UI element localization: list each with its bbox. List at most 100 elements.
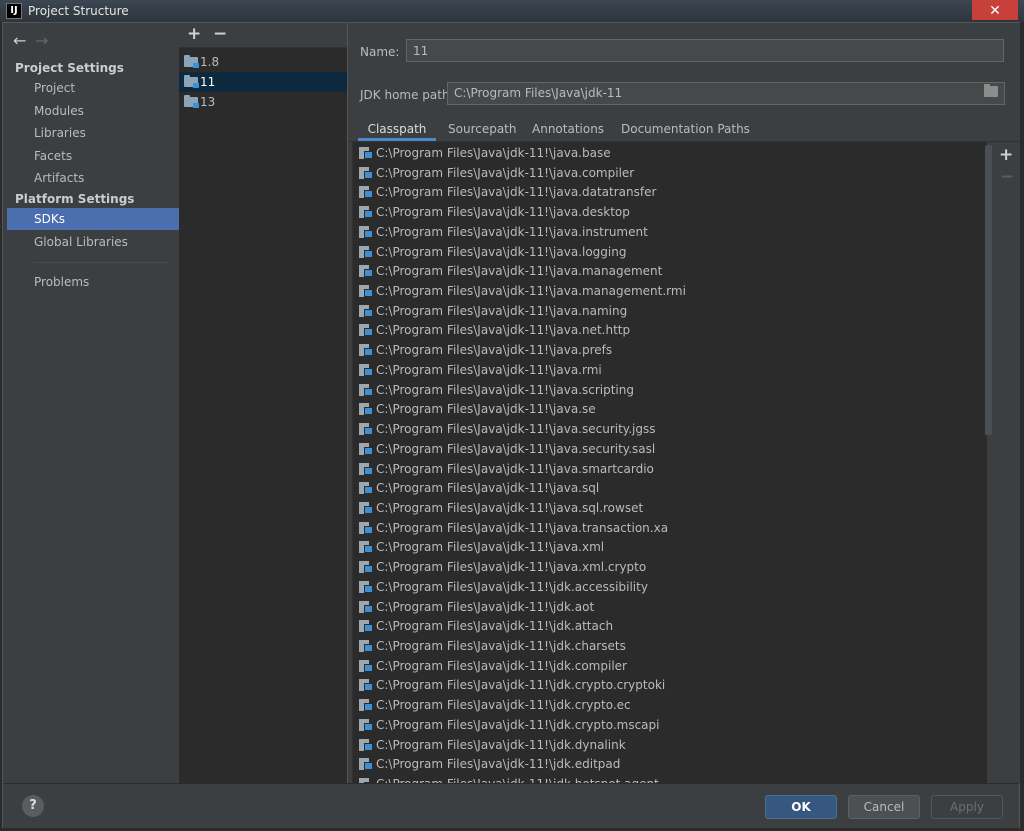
classpath-entry: C:\Program Files\Java\jdk-11!\java.sql [376,481,600,496]
archive-icon [359,620,373,633]
classpath-entry: C:\Program Files\Java\jdk-11!\jdk.crypto… [376,678,666,693]
classpath-scrollbar[interactable] [985,145,992,435]
list-item[interactable]: C:\Program Files\Java\jdk-11!\jdk.hotspo… [353,774,973,783]
list-item[interactable]: C:\Program Files\Java\jdk-11!\java.sql [353,478,973,498]
tab-sourcepath[interactable]: Sourcepath [448,117,517,141]
archive-icon [359,640,373,652]
list-item[interactable]: C:\Program Files\Java\jdk-11!\jdk.crypto… [353,675,973,695]
archive-icon [359,442,373,455]
classpath-entry: C:\Program Files\Java\jdk-11!\jdk.dynali… [376,737,626,752]
list-item[interactable]: C:\Program Files\Java\jdk-11!\java.namin… [353,301,973,321]
archive-icon [359,659,373,672]
name-input[interactable] [406,39,1004,62]
sdk-item[interactable]: 1.8 [179,52,347,72]
list-item[interactable]: C:\Program Files\Java\jdk-11!\jdk.crypto… [353,715,973,735]
archive-icon [359,147,373,159]
archive-icon [359,561,373,574]
nav-item-sdks[interactable]: SDKs [7,208,179,230]
nav-separator [33,262,169,263]
classpath-entry: C:\Program Files\Java\jdk-11!\java.deskt… [376,205,630,220]
classpath-entry: C:\Program Files\Java\jdk-11!\java.secur… [376,422,656,437]
classpath-entry: C:\Program Files\Java\jdk-11!\java.datat… [376,185,657,200]
tab-annotations[interactable]: Annotations [532,117,604,141]
classpath-entry: C:\Program Files\Java\jdk-11!\java.compi… [376,165,635,180]
forward-arrow-icon[interactable]: → [35,31,57,50]
nav-item-modules[interactable]: Modules [7,100,179,122]
list-item[interactable]: C:\Program Files\Java\jdk-11!\java.se [353,399,973,419]
list-item[interactable]: C:\Program Files\Java\jdk-11!\jdk.dynali… [353,735,973,755]
remove-sdk-button[interactable]: − [213,24,227,44]
archive-icon [359,304,373,317]
nav-item-project[interactable]: Project [7,77,179,99]
list-item[interactable]: C:\Program Files\Java\jdk-11!\jdk.crypto… [353,695,973,715]
close-icon[interactable]: ✕ [972,0,1018,20]
classpath-entry: C:\Program Files\Java\jdk-11!\java.net.h… [376,323,631,338]
list-item[interactable]: C:\Program Files\Java\jdk-11!\java.net.h… [353,320,973,340]
list-item[interactable]: C:\Program Files\Java\jdk-11!\jdk.attach [353,616,973,636]
classpath-entry: C:\Program Files\Java\jdk-11!\jdk.crypto… [376,717,660,732]
browse-folder-icon[interactable] [984,84,998,97]
classpath-entry: C:\Program Files\Java\jdk-11!\jdk.editpa… [376,757,621,772]
list-item[interactable]: C:\Program Files\Java\jdk-11!\jdk.editpa… [353,754,973,774]
list-item[interactable]: C:\Program Files\Java\jdk-11!\jdk.access… [353,577,973,597]
list-item[interactable]: C:\Program Files\Java\jdk-11!\java.xml.c… [353,557,973,577]
list-item[interactable]: C:\Program Files\Java\jdk-11!\jdk.charse… [353,636,973,656]
list-item[interactable]: C:\Program Files\Java\jdk-11!\java.scrip… [353,380,973,400]
list-item[interactable]: C:\Program Files\Java\jdk-11!\java.instr… [353,222,973,242]
classpath-entry: C:\Program Files\Java\jdk-11!\jdk.charse… [376,639,626,653]
list-item[interactable]: C:\Program Files\Java\jdk-11!\java.compi… [353,163,973,183]
remove-path-button[interactable]: − [1000,167,1014,187]
nav-item-facets[interactable]: Facets [7,145,179,167]
jdk-folder-icon [184,55,199,68]
list-item[interactable]: C:\Program Files\Java\jdk-11!\java.loggi… [353,242,973,262]
sdk-detail-pane: Name: JDK home path: C:\Program Files\Ja… [348,23,1020,783]
sdk-item-label: 1.8 [200,55,220,69]
list-item[interactable]: C:\Program Files\Java\jdk-11!\java.base [353,143,973,163]
list-item[interactable]: C:\Program Files\Java\jdk-11!\jdk.compil… [353,656,973,676]
classpath-entry: C:\Program Files\Java\jdk-11!\java.base [376,146,611,160]
list-item[interactable]: C:\Program Files\Java\jdk-11!\java.deskt… [353,202,973,222]
nav-item-libraries[interactable]: Libraries [7,122,179,144]
list-item[interactable]: C:\Program Files\Java\jdk-11!\java.manag… [353,281,973,301]
nav-item-global-libraries[interactable]: Global Libraries [7,231,179,253]
classpath-entry: C:\Program Files\Java\jdk-11!\jdk.hotspo… [376,774,659,783]
cancel-button[interactable]: Cancel [848,795,920,819]
apply-button[interactable]: Apply [931,795,1003,819]
archive-icon [359,285,373,298]
list-item[interactable]: C:\Program Files\Java\jdk-11!\java.xml [353,537,973,557]
list-item[interactable]: C:\Program Files\Java\jdk-11!\java.trans… [353,518,973,538]
archive-icon [359,423,373,436]
jdk-home-field[interactable]: C:\Program Files\Java\jdk-11 [447,82,1005,105]
tab-documentation-paths[interactable]: Documentation Paths [621,117,750,141]
settings-nav: ← → Project Settings Project Modules Librar… [3,23,180,783]
help-icon[interactable]: ? [22,795,44,817]
archive-icon [359,403,373,416]
list-item[interactable]: C:\Program Files\Java\jdk-11!\java.secur… [353,419,973,439]
list-item[interactable]: C:\Program Files\Java\jdk-11!\java.smart… [353,459,973,479]
name-label: Name: [360,45,400,59]
jdk-home-label: JDK home path: [360,88,454,102]
tab-classpath[interactable]: Classpath [358,117,436,141]
nav-item-artifacts[interactable]: Artifacts [7,167,179,189]
classpath-entry: C:\Program Files\Java\jdk-11!\java.manag… [376,284,686,299]
classpath-entry: C:\Program Files\Java\jdk-11!\java.rmi [376,362,602,377]
classpath-list[interactable]: C:\Program Files\Java\jdk-11!\java.base C… [352,142,987,783]
sdk-item[interactable]: 11 [179,72,347,92]
list-item[interactable]: C:\Program Files\Java\jdk-11!\java.datat… [353,182,973,202]
ok-button[interactable]: OK [765,795,837,819]
list-item[interactable]: C:\Program Files\Java\jdk-11!\java.rmi [353,360,973,380]
back-arrow-icon[interactable]: ← [13,31,35,50]
archive-icon [359,718,373,731]
list-item[interactable]: C:\Program Files\Java\jdk-11!\java.sql.r… [353,498,973,518]
add-path-button[interactable]: + [999,145,1013,165]
archive-icon [359,600,373,613]
list-item[interactable]: C:\Program Files\Java\jdk-11!\java.prefs [353,340,973,360]
sdk-item[interactable]: 13 [179,92,347,112]
sdk-item-label: 11 [200,75,216,89]
sdk-list-toolbar: + − [179,23,347,48]
list-item[interactable]: C:\Program Files\Java\jdk-11!\java.secur… [353,439,973,459]
nav-item-problems[interactable]: Problems [7,271,179,293]
list-item[interactable]: C:\Program Files\Java\jdk-11!\jdk.aot [353,597,973,617]
add-sdk-button[interactable]: + [187,24,201,44]
list-item[interactable]: C:\Program Files\Java\jdk-11!\java.manag… [353,261,973,281]
